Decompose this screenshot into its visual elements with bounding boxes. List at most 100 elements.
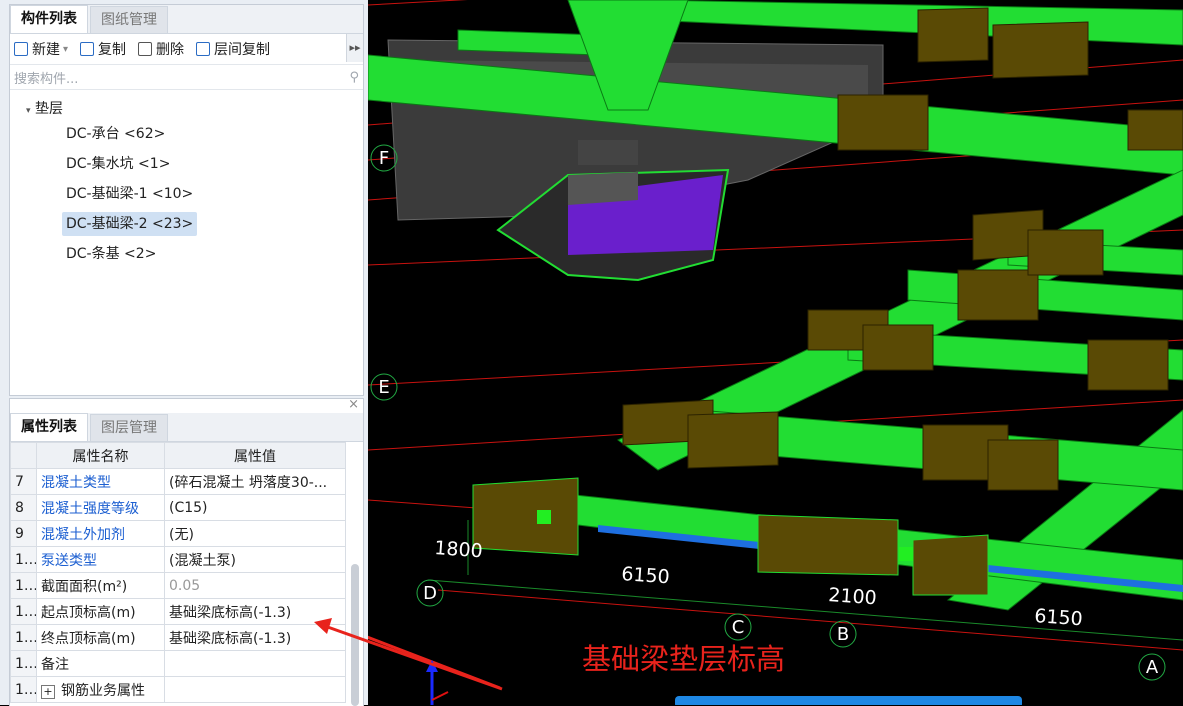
- pile-cap: [757, 514, 899, 576]
- property-row[interactable]: 15 + 钢筋业务属性: [10, 676, 346, 703]
- tab-layer-management[interactable]: 图层管理: [90, 414, 168, 441]
- pile-cap: [957, 269, 1039, 321]
- new-label: 新建: [32, 42, 60, 58]
- tree-item[interactable]: DC-基础梁-2 <23>: [10, 212, 363, 242]
- property-row[interactable]: 14 备注: [10, 650, 346, 677]
- pit-box: [568, 172, 638, 205]
- pile-cap: [837, 94, 929, 151]
- toolbar-overflow-button[interactable]: ▸▸: [346, 34, 363, 62]
- pile-cap: [917, 7, 989, 63]
- property-index: 12: [10, 598, 37, 625]
- viewport-scene[interactable]: F E D C B A 1800 6150 2100 6150: [368, 0, 1183, 705]
- property-name: 截面面积(m²): [36, 572, 165, 599]
- property-row[interactable]: 13 终点顶标高(m) 基础梁底标高(-1.3): [10, 624, 346, 651]
- dimension-label: 6150: [621, 563, 671, 588]
- property-name-text: 混凝土强度等级: [41, 500, 139, 517]
- pile-cap: [1027, 229, 1104, 276]
- selection-grip[interactable]: [899, 547, 913, 561]
- property-row[interactable]: 9 混凝土外加剂 (无): [10, 520, 346, 547]
- property-row[interactable]: 10 泵送类型 (混凝土泵): [10, 546, 346, 573]
- search-input[interactable]: 搜索构件...: [14, 68, 349, 87]
- property-row[interactable]: 8 混凝土强度等级 (C15): [10, 494, 346, 521]
- pile-cap: [1087, 339, 1169, 391]
- property-index: 15: [10, 676, 37, 703]
- trash-icon: [138, 42, 153, 56]
- property-name: 起点顶标高(m): [36, 598, 165, 625]
- tree-item-label: DC-承台 <62>: [66, 126, 166, 142]
- search-icon[interactable]: ⚲: [349, 70, 359, 85]
- dimension-label: 2100: [828, 584, 878, 609]
- property-index: 11: [10, 572, 37, 599]
- copy-button[interactable]: 复制: [80, 39, 126, 59]
- property-name: 混凝土类型: [36, 468, 165, 495]
- property-index: 9: [10, 520, 37, 547]
- property-name-text: 截面面积(m²): [41, 578, 128, 595]
- expand-icon[interactable]: +: [41, 684, 55, 699]
- new-icon: [14, 42, 28, 56]
- pile-cap: [862, 324, 934, 371]
- property-value[interactable]: (混凝土泵): [164, 546, 346, 573]
- axis-label: E: [378, 377, 389, 398]
- left-sidebar: 构件列表 图纸管理 新建 ▾ 复制 删除 层间复制 ▸▸ 搜索构件... ⚲ ▾…: [0, 0, 368, 706]
- component-panel-tabs: 构件列表 图纸管理: [10, 5, 363, 34]
- component-toolbar: 新建 ▾ 复制 删除 层间复制 ▸▸: [10, 34, 363, 65]
- tree-item[interactable]: DC-集水坑 <1>: [10, 152, 363, 182]
- pile-cap: [1127, 109, 1183, 151]
- panel-close-icon[interactable]: ×: [348, 397, 359, 412]
- property-index: 13: [10, 624, 37, 651]
- floor-copy-button[interactable]: 层间复制: [196, 39, 270, 59]
- tree-root-label: 垫层: [34, 101, 63, 117]
- pile-cap: [472, 477, 579, 556]
- delete-button[interactable]: 删除: [138, 39, 184, 59]
- tree-item-label: DC-条基 <2>: [66, 246, 157, 262]
- property-name-text: 混凝土类型: [41, 474, 111, 491]
- dimension-label: 6150: [1034, 605, 1084, 630]
- property-name-text: 泵送类型: [41, 552, 97, 569]
- 3d-viewport[interactable]: F E D C B A 1800 6150 2100 6150: [368, 0, 1183, 705]
- pile-cap: [992, 21, 1089, 79]
- property-panel-tabs: 属性列表 图层管理: [10, 413, 363, 442]
- tab-property-list[interactable]: 属性列表: [10, 413, 88, 441]
- tree-item[interactable]: DC-承台 <62>: [10, 122, 363, 152]
- axis-label: B: [837, 624, 849, 645]
- search-bar[interactable]: 搜索构件... ⚲: [10, 65, 363, 90]
- axis-label: F: [379, 148, 389, 169]
- property-rows: 7 混凝土类型 (碎石混凝土 坍落度30-... 8 混凝土强度等级 (C15) 9 混凝土外…: [10, 468, 346, 703]
- new-button[interactable]: 新建 ▾: [14, 39, 68, 59]
- tree-item-label: DC-基础梁-2 <23>: [62, 212, 198, 236]
- property-row[interactable]: 7 混凝土类型 (碎石混凝土 坍落度30-...: [10, 468, 346, 495]
- dropdown-caret-icon[interactable]: ▾: [63, 44, 68, 55]
- property-index: 10: [10, 546, 37, 573]
- property-index: 8: [10, 494, 37, 521]
- tab-component-list[interactable]: 构件列表: [10, 5, 88, 33]
- property-name-text: 终点顶标高(m): [41, 630, 136, 647]
- header-property-name: 属性名称: [36, 442, 165, 469]
- tree-item[interactable]: DC-基础梁-1 <10>: [10, 182, 363, 212]
- floor-copy-icon: [196, 42, 211, 56]
- property-row[interactable]: 12 起点顶标高(m) 基础梁底标高(-1.3): [10, 598, 346, 625]
- axis-label: D: [423, 583, 437, 604]
- property-value[interactable]: (无): [164, 520, 346, 547]
- property-value[interactable]: 0.05: [164, 572, 346, 599]
- bottom-status-bar[interactable]: [675, 696, 1022, 705]
- tab-drawing-management[interactable]: 图纸管理: [90, 6, 168, 33]
- property-value[interactable]: (C15): [164, 494, 346, 521]
- property-name-text: 起点顶标高(m): [41, 604, 136, 621]
- property-name: 泵送类型: [36, 546, 165, 573]
- tree-item[interactable]: DC-条基 <2>: [10, 242, 363, 272]
- property-index: 14: [10, 650, 37, 677]
- copy-label: 复制: [98, 42, 127, 58]
- collapse-arrow-icon[interactable]: ▾: [26, 106, 31, 116]
- property-index: 7: [10, 468, 37, 495]
- property-table: 属性名称 属性值 7 混凝土类型 (碎石混凝土 坍落度30-... 8 混凝土强度等级 (…: [10, 442, 346, 703]
- annotation-text: 基础梁垫层标高: [582, 642, 786, 676]
- tree-items: DC-承台 <62> DC-集水坑 <1> DC-基础梁-1 <10> DC-基础梁-…: [10, 122, 363, 272]
- selection-grip[interactable]: [537, 510, 551, 524]
- pile-cap: [987, 439, 1059, 491]
- property-name-text: 备注: [41, 656, 69, 673]
- property-row[interactable]: 11 截面面积(m²) 0.05: [10, 572, 346, 599]
- property-value[interactable]: (碎石混凝土 坍落度30-...: [164, 468, 346, 495]
- tree-root-cushion[interactable]: ▾ 垫层: [10, 96, 363, 122]
- annotation-arrow-overlay: [314, 618, 503, 691]
- delete-label: 删除: [156, 42, 185, 58]
